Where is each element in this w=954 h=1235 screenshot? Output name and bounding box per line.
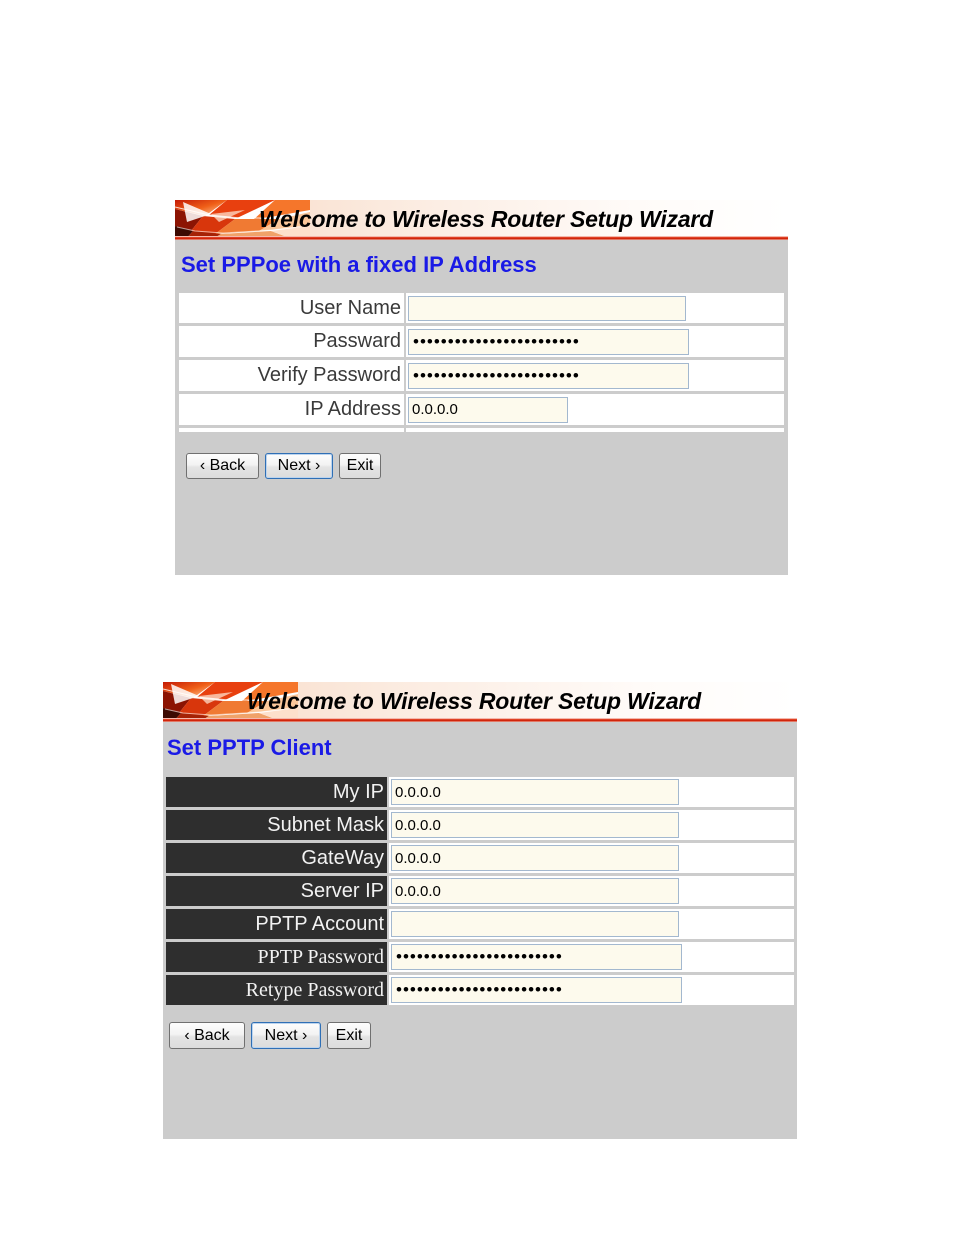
row-label-cell: Subnet Mask xyxy=(166,810,387,840)
section-title: Set PPTP Client xyxy=(167,735,332,760)
row-label-cell: Retype Password xyxy=(166,975,387,1005)
table-row: Server IP xyxy=(166,876,794,906)
pptp-password-input[interactable]: •••••••••••••••••••••••• xyxy=(391,944,682,970)
row-field-cell: •••••••••••••••••••••••• xyxy=(389,975,794,1005)
row-label-cell: Server IP xyxy=(166,876,387,906)
wizard-button-bar: ‹ Back Next › Exit xyxy=(175,435,788,479)
banner-red-rule xyxy=(175,236,788,240)
field-label: Server IP xyxy=(300,879,384,902)
row-label-cell: PPTP Password xyxy=(166,942,387,972)
field-label: PPTP Password xyxy=(257,945,384,968)
table-row: Retype Password •••••••••••••••••••••••• xyxy=(166,975,794,1005)
row-label-cell: IP Address xyxy=(179,394,404,425)
row-field-cell: •••••••••••••••••••••••• xyxy=(406,326,784,357)
section-heading: Set PPPoe with a fixed IP Address xyxy=(175,240,788,290)
row-spacer-left xyxy=(179,428,404,432)
ip-address-input[interactable] xyxy=(408,396,568,423)
row-field-cell xyxy=(389,843,794,873)
row-field-cell xyxy=(389,876,794,906)
back-button[interactable]: ‹ Back xyxy=(186,453,259,479)
server-ip-input[interactable] xyxy=(391,878,679,904)
row-label-cell: PPTP Account xyxy=(166,909,387,939)
exit-button[interactable]: Exit xyxy=(327,1022,371,1049)
form-area: My IP Subnet Mask GateWay xyxy=(163,774,797,1008)
field-label: Verify Password xyxy=(257,364,401,386)
table-row: Subnet Mask xyxy=(166,810,794,840)
field-label: Subnet Mask xyxy=(267,813,384,836)
subnet-mask-input[interactable] xyxy=(391,812,679,838)
table-row: IP Address xyxy=(179,394,784,425)
field-label: My IP xyxy=(332,780,384,803)
row-field-cell xyxy=(389,909,794,939)
wizard-button-bar: ‹ Back Next › Exit xyxy=(163,1008,797,1049)
table-row: PPTP Password •••••••••••••••••••••••• xyxy=(166,942,794,972)
row-field-cell: •••••••••••••••••••••••• xyxy=(406,360,784,391)
pptp-account-input[interactable] xyxy=(391,911,679,937)
row-field-cell xyxy=(389,777,794,807)
table-row: My IP xyxy=(166,777,794,807)
form-area: User Name Passward •••••••••••••••••••••… xyxy=(175,290,788,435)
table-row: Verify Password •••••••••••••••••••••••• xyxy=(179,360,784,391)
pptp-client-panel: Welcome to Wireless Router Setup Wizard … xyxy=(163,682,797,1139)
pptp-form-table: My IP Subnet Mask GateWay xyxy=(164,774,796,1008)
row-field-cell xyxy=(389,810,794,840)
verify-password-input[interactable]: •••••••••••••••••••••••• xyxy=(408,362,689,389)
wizard-banner: Welcome to Wireless Router Setup Wizard xyxy=(175,200,788,240)
banner-title: Welcome to Wireless Router Setup Wizard xyxy=(247,687,702,714)
table-row: GateWay xyxy=(166,843,794,873)
row-label-cell: GateWay xyxy=(166,843,387,873)
field-label: Passward xyxy=(313,330,401,352)
row-field-cell xyxy=(406,394,784,425)
section-title: Set PPPoe with a fixed IP Address xyxy=(181,252,537,277)
gateway-input[interactable] xyxy=(391,845,679,871)
my-ip-input[interactable] xyxy=(391,779,679,805)
next-button[interactable]: Next › xyxy=(251,1022,321,1049)
exit-button[interactable]: Exit xyxy=(339,453,381,479)
row-spacer-right xyxy=(406,428,784,432)
field-label: GateWay xyxy=(301,846,384,869)
table-row-spacer xyxy=(179,428,784,432)
back-button[interactable]: ‹ Back xyxy=(169,1022,245,1049)
user-name-input[interactable] xyxy=(408,295,686,321)
pppoe-setup-panel: Welcome to Wireless Router Setup Wizard … xyxy=(175,200,788,575)
banner-title: Welcome to Wireless Router Setup Wizard xyxy=(259,205,714,232)
field-label: IP Address xyxy=(304,398,401,420)
banner-red-rule xyxy=(163,718,797,722)
table-row: User Name xyxy=(179,293,784,323)
row-label-cell: User Name xyxy=(179,293,404,323)
next-button[interactable]: Next › xyxy=(265,453,333,479)
passward-input[interactable]: •••••••••••••••••••••••• xyxy=(408,328,689,355)
row-label-cell: My IP xyxy=(166,777,387,807)
field-label: PPTP Account xyxy=(255,912,384,935)
table-row: PPTP Account xyxy=(166,909,794,939)
field-label: Retype Password xyxy=(245,978,384,1001)
row-field-cell: •••••••••••••••••••••••• xyxy=(389,942,794,972)
pppoe-form-table: User Name Passward •••••••••••••••••••••… xyxy=(177,290,786,435)
section-heading: Set PPTP Client xyxy=(163,722,797,774)
row-label-cell: Passward xyxy=(179,326,404,357)
wizard-banner: Welcome to Wireless Router Setup Wizard xyxy=(163,682,797,722)
field-label: User Name xyxy=(299,296,401,319)
row-label-cell: Verify Password xyxy=(179,360,404,391)
row-field-cell xyxy=(406,293,784,323)
table-row: Passward •••••••••••••••••••••••• xyxy=(179,326,784,357)
retype-password-input[interactable]: •••••••••••••••••••••••• xyxy=(391,977,682,1003)
